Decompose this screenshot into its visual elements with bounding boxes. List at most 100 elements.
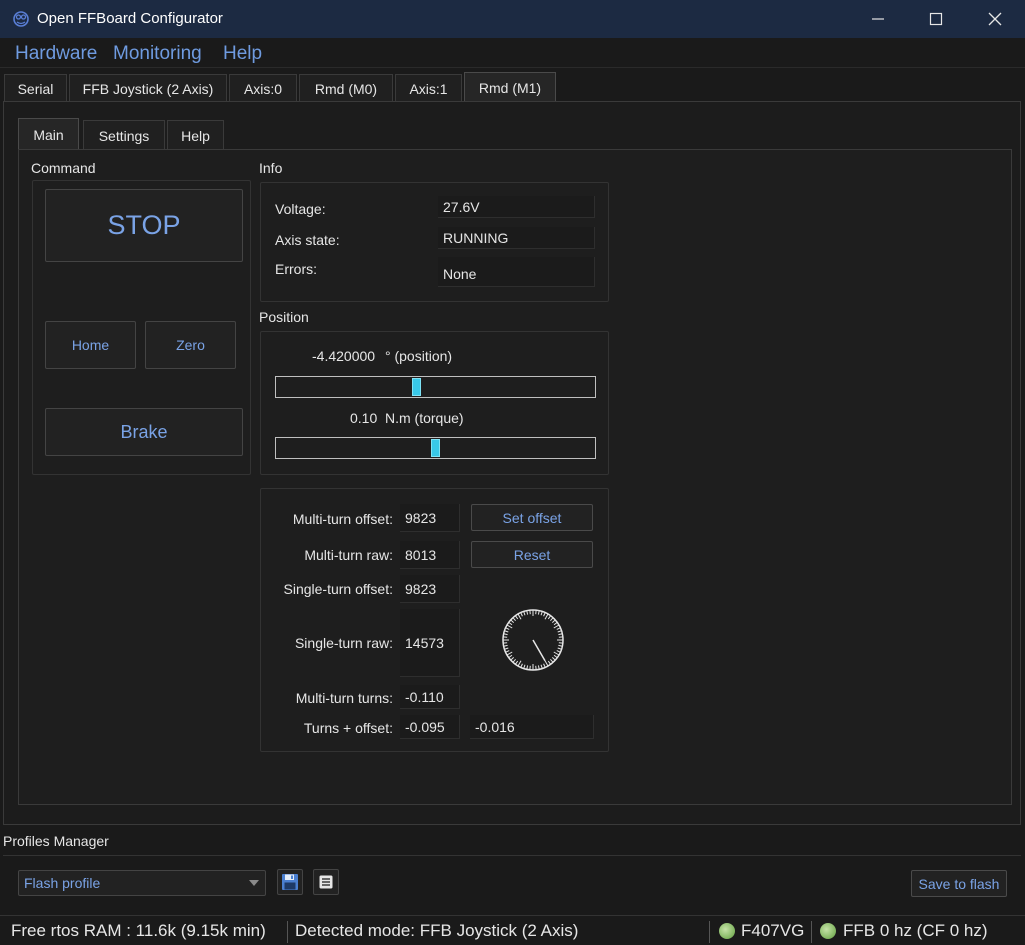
minimize-button[interactable] [849,0,907,38]
axis-state-label: Axis state: [275,232,340,248]
status-bar: Free rtos RAM : 11.6k (9.15k min) Detect… [0,915,1025,945]
status-divider [287,921,288,943]
home-button[interactable]: Home [45,321,136,369]
torque-slider[interactable] [275,437,596,459]
singleturn-offset-label: Single-turn offset: [283,581,393,597]
dial-tick [506,624,513,629]
status-ffb: FFB 0 hz (CF 0 hz) [843,921,988,940]
position-slider-handle[interactable] [412,378,421,396]
profiles-bar: Flash profile Save to flash [3,855,1021,913]
profiles-manager-title: Profiles Manager [3,833,109,849]
multiturn-raw-value: 8013 [400,541,460,569]
dial-tick [512,617,516,622]
zero-button[interactable]: Zero [145,321,236,369]
singleturn-raw-label: Single-turn raw: [294,635,393,651]
dial-tick [547,615,552,620]
dial-tick [504,630,509,633]
document-list-icon [319,875,333,889]
menu-monitoring[interactable]: Monitoring [113,43,202,65]
torque-slider-handle[interactable] [431,439,440,457]
torque-value: 0.10 [350,410,378,426]
ffboard-logo-icon [13,11,29,27]
tab-axis-0[interactable]: Axis:0 [229,74,297,102]
multiturn-raw-label: Multi-turn raw: [304,547,393,563]
tab-rmd-m0[interactable]: Rmd (M0) [299,74,393,102]
dial-tick [540,611,543,616]
profile-select[interactable]: Flash profile [18,870,266,896]
tab-ffb-joystick[interactable]: FFB Joystick (2 Axis) [69,74,227,102]
save-profile-button[interactable] [277,869,303,895]
dial-tick [508,654,513,659]
dial-tick [544,613,549,620]
info-group: Voltage: 27.6V Axis state: RUNNING Error… [260,182,609,302]
dial-tick [506,651,513,656]
dial-tick [520,663,523,668]
dial-tick [543,663,546,668]
tab-rmd-m1[interactable]: Rmd (M1) [464,72,556,103]
brake-button[interactable]: Brake [45,408,243,456]
close-button[interactable] [966,0,1024,38]
dial-tick [544,660,549,667]
angle-dial [502,609,564,671]
rmd-m1-pane: Main Settings Help Command STOP Home Zer… [3,101,1021,825]
torque-unit-label: N.m (torque) [385,410,464,426]
dial-tick [550,658,554,663]
profile-list-button[interactable] [313,869,339,895]
multiturn-offset-value: 9823 [400,504,460,532]
multiturn-offset-label: Multi-turn offset: [292,511,393,527]
title-bar: Open FFBoard Configurator [0,0,1025,38]
voltage-value: 27.6V [438,196,595,218]
singleturn-offset-value: 9823 [400,575,460,603]
dial-tick [505,650,510,653]
status-board: F407VG [741,921,805,940]
minimize-icon [872,18,884,20]
dial-tick [505,627,510,630]
info-title: Info [259,160,283,176]
position-group: -4.420000 ° (position) 0.10 N.m (torque) [260,331,609,475]
subtab-settings[interactable]: Settings [83,120,165,150]
turns-offset-value: -0.095 [400,715,460,739]
dial-tick [556,650,561,653]
errors-label: Errors: [275,261,317,277]
set-offset-button[interactable]: Set offset [471,504,593,531]
menu-help[interactable]: Help [223,43,262,65]
status-ram: Free rtos RAM : 11.6k (9.15k min) [11,921,266,940]
main-subpane: Command STOP Home Zero Brake Info Voltag… [18,149,1012,805]
save-to-flash-button[interactable]: Save to flash [911,870,1007,897]
stop-button[interactable]: STOP [45,189,243,262]
dial-needle [532,639,546,662]
maximize-button[interactable] [907,0,965,38]
dial-tick [553,651,560,656]
status-mode: Detected mode: FFB Joystick (2 Axis) [295,921,579,940]
dial-tick [553,624,560,629]
dial-tick [523,611,526,616]
errors-value: None [438,257,595,287]
board-status-led-icon [719,923,735,939]
subtab-main[interactable]: Main [18,118,79,150]
menu-hardware[interactable]: Hardware [15,43,97,65]
dial-tick [508,621,513,626]
reset-button[interactable]: Reset [471,541,593,568]
turns-extra-value: -0.016 [470,715,594,739]
subtab-help[interactable]: Help [167,120,224,150]
multiturn-turns-label: Multi-turn turns: [295,690,393,706]
position-value: -4.420000 [312,348,376,364]
tab-serial[interactable]: Serial [4,74,67,102]
dial-tick [510,619,515,623]
command-group: STOP Home Zero Brake [32,180,251,475]
position-slider[interactable] [275,376,596,398]
dial-tick [517,613,522,620]
axis-state-value: RUNNING [438,227,595,249]
dial-tick [512,658,516,663]
ffb-status-led-icon [820,923,836,939]
menu-bar: Hardware Monitoring Help [0,38,1025,68]
dial-tick [553,654,558,659]
chevron-down-icon [249,880,259,886]
dial-tick [510,657,515,661]
multiturn-turns-value: -0.110 [400,685,460,709]
dial-tick [514,660,519,665]
position-title: Position [259,309,309,325]
tab-axis-1[interactable]: Axis:1 [395,74,462,102]
main-tab-bar: Serial FFB Joystick (2 Axis) Axis:0 Rmd … [0,68,1025,103]
dial-tick [556,627,561,630]
